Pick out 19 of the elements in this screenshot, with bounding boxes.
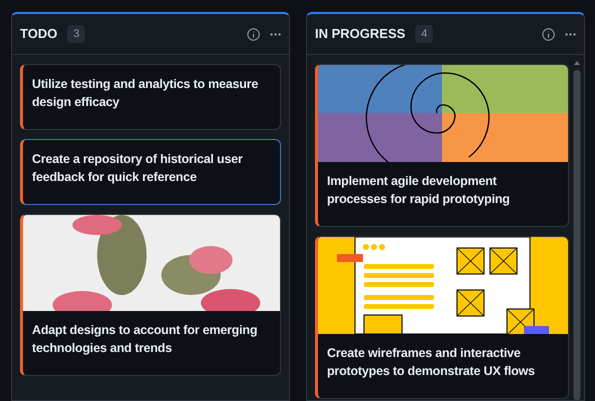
task-card[interactable]: Adapt designs to account for emerging technologies and trends xyxy=(20,214,281,376)
task-card[interactable]: Create wireframes and interactive prototypes to demonstrate UX flows xyxy=(315,236,569,399)
item-count: 3 xyxy=(67,24,86,44)
task-card[interactable]: Utilize testing and analytics to measure design efficacy xyxy=(20,64,281,130)
card-title: Create wireframes and interactive prototypes to demonstrate UX flows xyxy=(327,345,536,380)
item-count: 4 xyxy=(415,24,434,44)
card-title: Implement agile development processes for rapid prototyping xyxy=(327,173,511,208)
column-title: TODO xyxy=(20,25,58,44)
scrollbar[interactable] xyxy=(573,60,581,400)
info-icon[interactable] xyxy=(247,28,260,40)
column-title: IN PROGRESS xyxy=(315,25,406,44)
more-options-icon[interactable] xyxy=(270,32,281,36)
card-title: Utilize testing and analytics to measure design efficacy xyxy=(32,76,260,111)
more-options-icon[interactable] xyxy=(565,32,576,36)
card-title: Create a repository of historical user feedback for quick reference xyxy=(32,151,244,186)
task-card[interactable]: Create a repository of historical user feedback for quick reference xyxy=(20,139,281,205)
task-card[interactable]: Implement agile development processes for rapid prototyping xyxy=(315,64,569,227)
info-icon[interactable] xyxy=(542,28,555,40)
card-title: Adapt designs to account for emerging technologies and trends xyxy=(32,322,258,357)
